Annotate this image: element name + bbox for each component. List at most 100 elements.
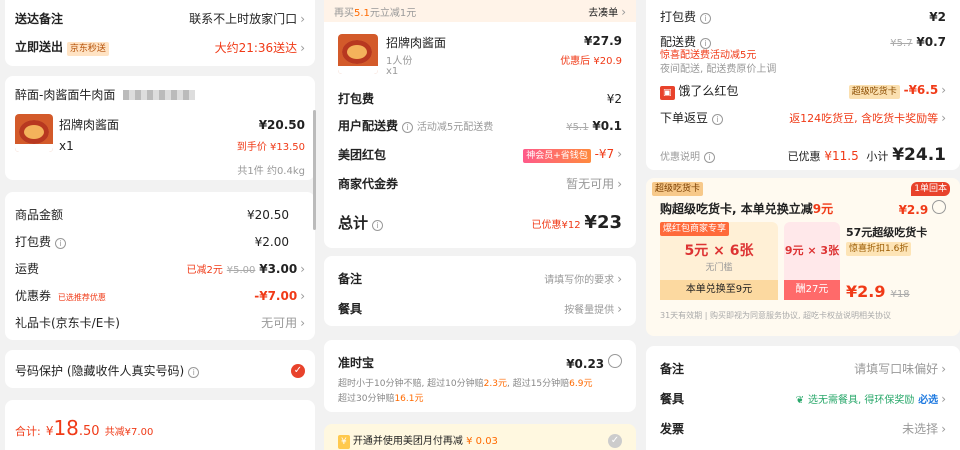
chevron-right-icon: ›: [617, 146, 622, 161]
item-price: ¥20.50: [258, 117, 305, 132]
redpacket-label: 美团红包: [338, 148, 387, 162]
item-after-price: 优惠后 ¥20.9: [560, 56, 622, 67]
info-icon[interactable]: i: [188, 367, 200, 378]
privacy-card: 号码保护 (隐藏收件人真实号码) i ✓: [5, 350, 315, 388]
chevron-right-icon: ›: [941, 422, 946, 436]
super-card-tag: 惊喜折扣1.6折: [846, 242, 912, 256]
packing-fee-value: ¥2.00: [254, 234, 289, 249]
super-card-terms[interactable]: 31天有效期 | 购买即视为同意服务协议, 超吃卡权益说明相关协议: [660, 310, 891, 321]
info-icon[interactable]: i: [402, 122, 414, 133]
info-icon[interactable]: i: [712, 114, 724, 125]
blurred-text: [123, 89, 196, 100]
privacy-row[interactable]: 号码保护 (隐藏收件人真实号码) i ✓: [5, 362, 315, 379]
tableware-row[interactable]: 餐具 ❦ 选无需餐具, 得环保奖励 必选 ›: [646, 390, 960, 407]
chevron-right-icon: ›: [300, 40, 305, 55]
delivery-note-2: 夜间配送, 配送费原价上调: [660, 64, 777, 75]
remark-row[interactable]: 备注 请填写口味偏好 ›: [646, 360, 960, 377]
redpacket-row[interactable]: ▣ 饿了么红包 超级吃货卡 -¥6.5 ›: [646, 82, 960, 100]
scrollbar[interactable]: [313, 110, 316, 230]
remark-card: 备注 请填写你的要求 › 餐具 按餐量提供 ›: [324, 256, 636, 326]
total-value: ¥23: [584, 212, 622, 233]
remark-row[interactable]: 备注 请填写你的要求 ›: [324, 270, 636, 287]
packing-row: 打包费 i ¥2: [660, 9, 946, 24]
total-saved: 共减¥7.00: [104, 427, 154, 438]
price-detail-card: 商品金额 ¥20.50 打包费 i ¥2.00 运费 已减2元 ¥5.00 ¥3.…: [5, 192, 315, 340]
ontime-radio[interactable]: [608, 354, 622, 368]
coupon-label: 优惠券: [15, 289, 52, 303]
cashback-row[interactable]: 下单返豆 i 返124吃货豆, 含吃货卡奖励等 ›: [646, 109, 960, 126]
goods-amount-label: 商品金额: [15, 208, 64, 222]
monthpay-card[interactable]: ¥ 开通并使用美团月付再减 ¥ 0.03 ✓: [324, 424, 636, 450]
packing-value: ¥2: [606, 91, 622, 106]
total-bar: 合计: ¥18.50 共减¥7.00: [5, 400, 315, 450]
info-icon[interactable]: i: [55, 238, 67, 249]
item-name: 招牌肉酱面: [59, 118, 120, 132]
ontime-card: 准时宝 ¥0.23 超时小于10分钟不赔, 超过10分钟赔2.3元, 超过15分…: [324, 340, 636, 412]
item-hand-price: 到手价 ¥13.50: [236, 142, 305, 153]
super-card-badge: 超级吃货卡: [652, 182, 704, 196]
super-card-radio[interactable]: [932, 200, 946, 214]
giftcard-value: 无可用: [261, 316, 298, 330]
delivery-note-row[interactable]: 送达备注 联系不上时放家门口 ›: [5, 10, 315, 27]
chevron-right-icon: ›: [300, 262, 305, 276]
item-name: 招牌肉酱面: [386, 36, 447, 50]
item-row: 招牌肉酱面 ¥20.50: [55, 116, 315, 133]
packing-row: 打包费 ¥2: [324, 90, 636, 107]
eleme-checkout-panel: 打包费 i ¥2 配送费 i ¥5.7 ¥0.7 惊喜配送费活动减5元 夜间配送, …: [646, 0, 960, 450]
chevron-right-icon: ›: [617, 177, 622, 191]
giftcard-row[interactable]: 礼品卡(京东卡/E卡) 无可用 ›: [5, 314, 315, 331]
ontime-desc-1: 超时小于10分钟不赔, 超过10分钟赔2.3元, 超过15分钟赔6.9元: [338, 379, 593, 389]
coupon-value: -¥7.00: [254, 289, 298, 303]
tableware-row[interactable]: 餐具 按餐量提供 ›: [324, 300, 636, 317]
checkmark-icon[interactable]: ✓: [608, 433, 622, 448]
privacy-label: 号码保护 (隐藏收件人真实号码): [15, 364, 185, 378]
item-summary-row: 共1件 约0.4kg: [5, 162, 315, 177]
item-spec: 1人份: [386, 56, 413, 67]
top-hint-bar[interactable]: 再买5.1元立减1元 去凑单 ›: [324, 0, 636, 22]
item-qty-row: x1 到手价 ¥13.50: [55, 138, 315, 154]
delivery-time-label: 立即送出: [15, 40, 64, 54]
subtotal-row: 优惠说明 i 已优惠 ¥11.5 小计 ¥24.1: [660, 145, 946, 165]
chevron-right-icon: ›: [617, 302, 622, 316]
super-card-title-row[interactable]: 购超级吃货卡, 本单兑换立减9元 ¥2.9: [646, 200, 960, 217]
coupon-pack-1: 爆红包商家专享 5元 × 6张 无门槛 本单兑换至9元: [660, 222, 778, 300]
shop-name: 醉面-肉酱面牛肉面: [15, 88, 116, 102]
shipping-discount: 已减2元: [186, 265, 223, 276]
jd-checkout-panel: 送达备注 联系不上时放家门口 › 立即送出 京东秒送 大约21:36送达 › 醉面-…: [0, 0, 320, 450]
delivery-time-row[interactable]: 立即送出 京东秒送 大约21:36送达 ›: [5, 38, 315, 56]
voucher-label: 商家代金券: [338, 177, 399, 191]
ontime-row[interactable]: 准时宝 ¥0.23: [324, 354, 636, 371]
go-add-link[interactable]: 去凑单 ›: [588, 4, 626, 19]
voucher-row[interactable]: 商家代金券 暂无可用 ›: [324, 175, 636, 192]
shipping-fee-label: 运费: [15, 262, 40, 276]
goods-amount-value: ¥20.50: [247, 207, 289, 222]
chevron-right-icon: ›: [941, 362, 946, 376]
chevron-right-icon: ›: [941, 83, 946, 97]
packing-label: 打包费: [338, 92, 375, 106]
user-delivery-note: 活动减5元配送费: [416, 122, 494, 133]
item-qty: x1: [386, 66, 399, 77]
shipping-original: ¥5.00: [226, 265, 256, 276]
item-thumbnail[interactable]: [338, 34, 378, 74]
total-label: 总计: [338, 214, 369, 232]
invoice-row[interactable]: 发票 未选择 ›: [646, 420, 960, 437]
super-card-promo: 超级吃货卡 1单回本 购超级吃货卡, 本单兑换立减9元 ¥2.9 爆红包商家专享…: [646, 178, 960, 336]
chevron-right-icon: ›: [300, 289, 305, 303]
shipping-fee-value: ¥3.00: [259, 262, 298, 276]
fee-card: 打包费 i ¥2 配送费 i ¥5.7 ¥0.7 惊喜配送费活动减5元 夜间配送, …: [646, 0, 960, 170]
user-delivery-row: 用户配送费 i 活动减5元配送费 ¥5.1 ¥0.1: [338, 118, 622, 133]
chevron-right-icon: ›: [617, 272, 622, 286]
info-icon[interactable]: i: [700, 13, 712, 24]
packing-fee-label: 打包费: [15, 235, 52, 249]
checkmark-icon[interactable]: ✓: [291, 363, 305, 378]
info-icon[interactable]: i: [704, 151, 715, 163]
redpacket-badge: 神会员+省钱包: [523, 148, 591, 163]
item-thumbnail[interactable]: [15, 114, 53, 152]
ontime-desc-2: 超过30分钟赔16.1元: [338, 394, 424, 404]
info-icon[interactable]: i: [372, 220, 384, 231]
coupon-row[interactable]: 优惠券 已选推荐优惠 -¥7.00 ›: [5, 287, 315, 305]
item-summary: 共1件 约0.4kg: [237, 166, 305, 177]
delivery-note-label: 送达备注: [15, 12, 64, 26]
redpacket-row[interactable]: 美团红包 神会员+省钱包 -¥7 ›: [324, 146, 636, 163]
shipping-fee-row[interactable]: 运费 已减2元 ¥5.00 ¥3.00 ›: [5, 260, 315, 277]
